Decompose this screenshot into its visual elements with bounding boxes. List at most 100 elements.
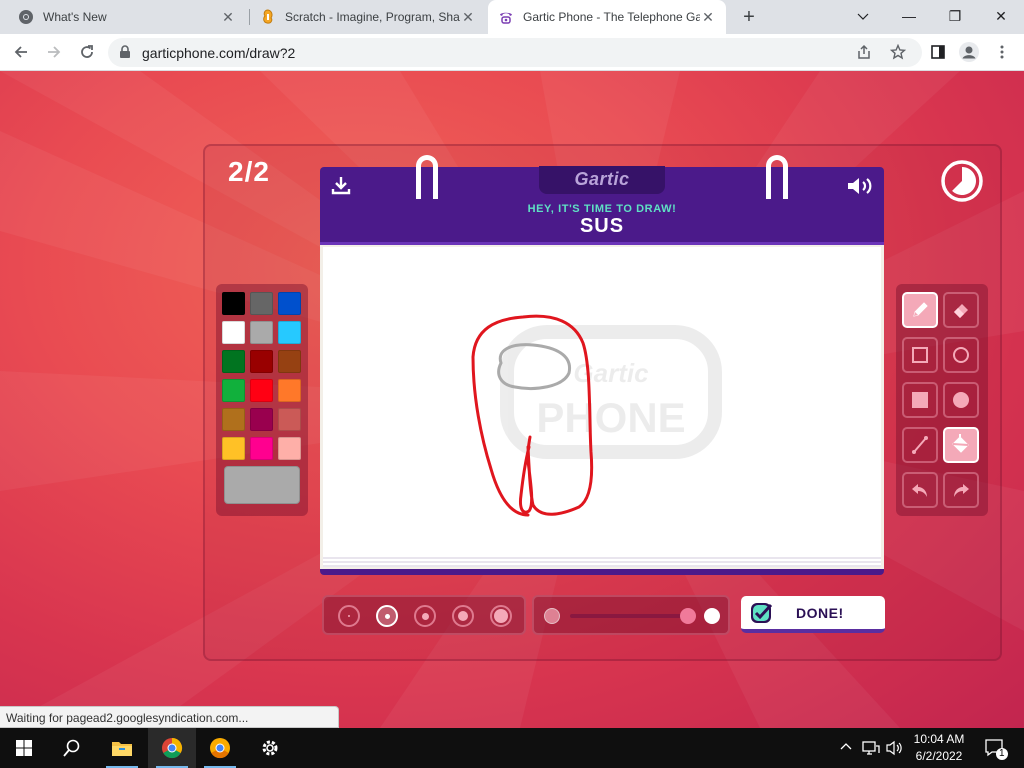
- color-swatch-pink[interactable]: [250, 437, 273, 460]
- draw-prompt: HEY, IT'S TIME TO DRAW!: [527, 203, 677, 215]
- notification-count: 1: [996, 748, 1008, 760]
- chevron-up-icon[interactable]: [840, 740, 852, 758]
- close-tab-icon[interactable]: ✕: [220, 9, 236, 26]
- url-text: garticphone.com/draw?2: [142, 45, 296, 61]
- current-color-swatch[interactable]: [224, 466, 300, 504]
- redo-button[interactable]: [943, 472, 979, 508]
- windows-start-icon[interactable]: [0, 728, 48, 768]
- checkmark-icon: [749, 600, 775, 631]
- chevron-down-icon[interactable]: [840, 0, 886, 32]
- ellipse-filled-tool[interactable]: [943, 382, 979, 418]
- tab-gartic-phone[interactable]: Gartic Phone - The Telephone Ga ✕: [488, 0, 726, 34]
- rectangle-filled-tool[interactable]: [902, 382, 938, 418]
- search-icon[interactable]: [48, 728, 96, 768]
- settings-gear-icon[interactable]: [246, 728, 294, 768]
- phone-icon: [498, 9, 514, 25]
- chrome-icon: [18, 9, 34, 25]
- color-swatch-tan[interactable]: [222, 408, 245, 431]
- network-icon[interactable]: [862, 740, 880, 761]
- file-explorer-icon[interactable]: [98, 728, 146, 768]
- brush-size-5[interactable]: [490, 605, 512, 627]
- drawing-header: Gartic HEY, IT'S TIME TO DRAW! SUS: [320, 166, 884, 245]
- fill-tool[interactable]: [943, 427, 979, 463]
- color-swatch-dark-green[interactable]: [222, 350, 245, 373]
- back-button[interactable]: [9, 40, 33, 64]
- color-swatch-yellow[interactable]: [222, 437, 245, 460]
- color-swatch-dark-red[interactable]: [250, 350, 273, 373]
- color-swatch-light-pink[interactable]: [278, 437, 301, 460]
- tab-title: Scratch - Imagine, Program, Shar: [285, 10, 460, 24]
- opacity-slider-handle[interactable]: [680, 608, 696, 624]
- done-label: DONE!: [796, 605, 844, 621]
- profile-avatar[interactable]: [957, 40, 981, 64]
- tab-whats-new[interactable]: What's New ✕: [8, 0, 246, 34]
- minimize-button[interactable]: —: [886, 0, 932, 32]
- brush-size-1[interactable]: [338, 605, 360, 627]
- color-swatch-black[interactable]: [222, 292, 245, 315]
- color-swatch-dark-gray[interactable]: [250, 292, 273, 315]
- status-bar: Waiting for pagead2.googlesyndication.co…: [0, 706, 339, 728]
- tool-panel: [896, 284, 988, 516]
- color-swatch-gray[interactable]: [250, 321, 273, 344]
- reload-icon: [81, 45, 93, 58]
- kebab-menu-icon[interactable]: [990, 40, 1014, 64]
- reload-button[interactable]: [75, 40, 99, 64]
- rectangle-outline-tool[interactable]: [902, 337, 938, 373]
- color-swatch-white[interactable]: [222, 321, 245, 344]
- binder-ring-left: [416, 155, 438, 199]
- forward-button[interactable]: [42, 40, 66, 64]
- chrome-taskbar-icon[interactable]: [148, 728, 196, 768]
- tab-title: What's New: [43, 10, 107, 24]
- color-swatch-light-blue[interactable]: [278, 321, 301, 344]
- tab-title: Gartic Phone - The Telephone Ga: [523, 10, 700, 24]
- color-palette: [216, 284, 308, 516]
- gartic-page: 2/2 Gartic HEY, IT'S TIME TO DRAW! SUS G…: [0, 71, 1024, 728]
- star-icon[interactable]: [889, 43, 907, 65]
- browser-toolbar: garticphone.com/draw?2: [0, 34, 1024, 71]
- clock-time: 10:04 AM: [913, 732, 965, 746]
- clock-date: 6/2/2022: [915, 749, 963, 763]
- brush-size-2[interactable]: [376, 605, 398, 627]
- brush-size-3[interactable]: [414, 605, 436, 627]
- paint-bucket-icon: [952, 434, 969, 453]
- close-window-button[interactable]: ✕: [978, 0, 1024, 32]
- timer-icon: [941, 160, 983, 202]
- volume-icon[interactable]: [846, 176, 874, 201]
- share-icon[interactable]: [856, 44, 872, 65]
- download-icon[interactable]: [331, 175, 351, 200]
- color-swatch-brown[interactable]: [278, 350, 301, 373]
- drawing-canvas[interactable]: Gartic PHONE: [323, 247, 881, 557]
- undo-button[interactable]: [902, 472, 938, 508]
- eraser-tool[interactable]: [943, 292, 979, 328]
- color-swatch-red[interactable]: [250, 379, 273, 402]
- color-swatch-orange[interactable]: [278, 379, 301, 402]
- side-panel-icon[interactable]: [926, 40, 950, 64]
- speaker-icon[interactable]: [886, 740, 904, 761]
- new-tab-button[interactable]: +: [737, 5, 761, 29]
- opacity-min-icon: [544, 608, 560, 624]
- done-button[interactable]: DONE!: [741, 596, 885, 633]
- system-clock[interactable]: 10:04 AM 6/2/2022: [908, 731, 970, 765]
- restore-button[interactable]: ❐: [932, 0, 978, 32]
- circle-filled-icon: [953, 392, 969, 408]
- lock-icon: [119, 45, 131, 64]
- pencil-icon: [913, 302, 928, 317]
- logo-tab: Gartic: [539, 166, 665, 194]
- color-swatch-green[interactable]: [222, 379, 245, 402]
- color-swatch-maroon[interactable]: [250, 408, 273, 431]
- ellipse-outline-tool[interactable]: [943, 337, 979, 373]
- line-tool[interactable]: [902, 427, 938, 463]
- draw-word: SUS: [579, 215, 625, 237]
- undo-icon: [912, 484, 927, 497]
- color-swatch-salmon[interactable]: [278, 408, 301, 431]
- close-tab-icon[interactable]: ✕: [460, 9, 476, 26]
- pencil-tool[interactable]: [902, 292, 938, 328]
- address-bar[interactable]: garticphone.com/draw?2: [108, 38, 922, 67]
- color-swatch-blue[interactable]: [278, 292, 301, 315]
- opacity-slider-track[interactable]: [570, 614, 688, 618]
- close-tab-icon[interactable]: ✕: [700, 9, 716, 26]
- brush-size-4[interactable]: [452, 605, 474, 627]
- tab-scratch[interactable]: Scratch - Imagine, Program, Shar ✕: [250, 0, 486, 34]
- square-outline-icon: [912, 347, 928, 363]
- chrome-canary-icon[interactable]: [196, 728, 244, 768]
